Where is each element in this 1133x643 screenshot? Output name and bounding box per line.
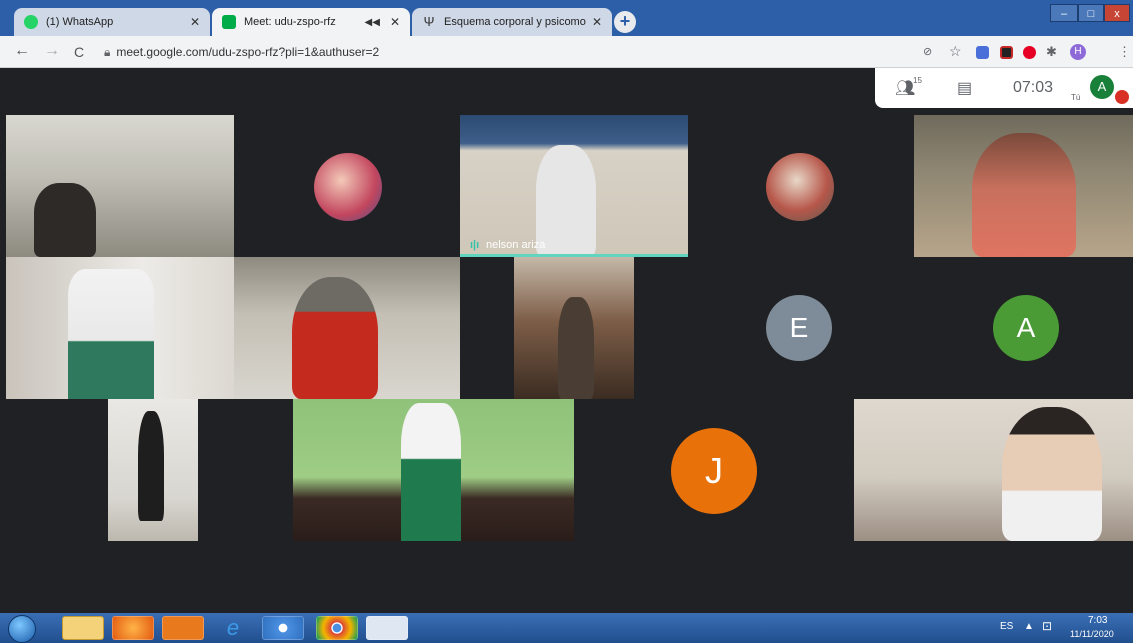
camera-blocked-icon[interactable]: ⊘ [923, 45, 936, 58]
whatsapp-icon [24, 15, 38, 29]
pinterest-icon[interactable] [1023, 46, 1036, 59]
close-tab-icon[interactable]: ✕ [190, 15, 200, 29]
network-icon[interactable]: ⊡ [1042, 619, 1052, 633]
participant-photo [766, 153, 834, 221]
file-explorer-icon[interactable] [62, 616, 104, 640]
participants-count: 15 [913, 76, 922, 85]
extension-icon[interactable] [976, 46, 989, 59]
chat-icon[interactable]: ▤ [957, 78, 972, 98]
close-window-button[interactable]: x [1104, 4, 1130, 22]
participant-silhouette [558, 297, 594, 399]
internet-explorer-icon[interactable]: e [212, 616, 254, 640]
extensions-puzzle-icon[interactable]: ✱ [1046, 44, 1059, 59]
participant-silhouette [972, 133, 1076, 257]
forward-button[interactable]: → [44, 42, 60, 60]
video-tile[interactable] [234, 115, 460, 257]
psi-icon: Ψ [423, 14, 435, 29]
back-button[interactable]: ← [14, 42, 30, 60]
close-tab-icon[interactable]: ✕ [592, 15, 602, 29]
chrome-icon[interactable] [262, 616, 304, 640]
speaking-indicator-icon: ı|ı [470, 239, 480, 251]
tab-whatsapp[interactable]: (1) WhatsApp ✕ [14, 8, 210, 36]
maximize-button[interactable]: □ [1078, 4, 1104, 22]
word-icon[interactable] [366, 616, 408, 640]
tray-expand-icon[interactable]: ▲ [1024, 621, 1034, 632]
participant-silhouette [138, 411, 164, 521]
video-tile[interactable] [854, 399, 1133, 541]
tab-title: (1) WhatsApp [46, 16, 114, 28]
browser-toolbar: ← → C 🔒︎ meet.google.com/udu-zspo-rfz?pli… [0, 36, 1133, 68]
meeting-clock: 07:03 [1013, 79, 1054, 96]
extension-icon[interactable] [1000, 46, 1013, 59]
participant-initial-avatar: J [671, 428, 757, 514]
language-indicator[interactable]: ES [1000, 621, 1013, 632]
lock-icon: 🔒︎ [104, 45, 111, 59]
browser-tab-strip: (1) WhatsApp ✕ Meet: udu-zspo-rfz ◀◀ ✕ Ψ… [0, 0, 1133, 36]
firefox-icon[interactable] [112, 616, 154, 640]
video-tile[interactable] [108, 399, 198, 541]
participant-silhouette [1002, 407, 1102, 541]
menu-kebab-icon[interactable]: ⋮ [1118, 44, 1131, 59]
participant-initial-avatar: E [766, 295, 832, 361]
video-tile[interactable] [688, 115, 914, 257]
video-tile[interactable] [6, 115, 234, 257]
bookmark-star-icon[interactable]: ☆ [949, 43, 962, 59]
video-tile[interactable]: E [746, 283, 836, 373]
participant-silhouette [292, 277, 378, 399]
video-tile[interactable] [914, 115, 1133, 257]
notification-badge [1115, 90, 1129, 104]
video-tile[interactable] [514, 257, 634, 399]
participant-silhouette [401, 403, 461, 541]
taskbar-date[interactable]: 11/11/2020 [1070, 629, 1114, 639]
participant-silhouette [68, 269, 154, 399]
new-tab-button[interactable]: + [614, 11, 636, 33]
participant-initial-avatar: A [993, 295, 1059, 361]
tab-title: Meet: udu-zspo-rfz [244, 16, 336, 28]
chrome-icon[interactable] [316, 616, 358, 640]
participant-silhouette [34, 183, 96, 257]
meet-top-bar: 👥︎ 15 ▤ 07:03 Tú A [875, 68, 1133, 108]
video-tile[interactable]: J [666, 423, 766, 523]
close-tab-icon[interactable]: ✕ [390, 15, 400, 29]
taskbar-time[interactable]: 7:03 [1088, 615, 1107, 626]
meet-stage: 👥︎ 15 ▤ 07:03 Tú A ı|ı nelson ariza E A … [6, 68, 1133, 613]
windows-taskbar: e ES ▲ ⊡ 7:03 11/11/2020 [0, 613, 1133, 643]
you-label: Tú [1071, 93, 1081, 102]
mute-tab-icon[interactable]: ◀◀ [365, 17, 380, 28]
address-bar[interactable]: 🔒︎ meet.google.com/udu-zspo-rfz?pli=1&aut… [104, 45, 379, 60]
tab-title: Esquema corporal y psicomotricio [444, 16, 586, 28]
video-tile[interactable] [6, 257, 234, 399]
video-tile-active-speaker[interactable]: ı|ı nelson ariza [460, 115, 688, 257]
reload-button[interactable]: C [74, 44, 84, 60]
tab-esquema[interactable]: Ψ Esquema corporal y psicomotricio ✕ [412, 8, 612, 36]
media-player-icon[interactable] [162, 616, 204, 640]
google-meet-icon [222, 15, 236, 29]
video-tile[interactable] [234, 257, 460, 399]
participant-name-label: ı|ı nelson ariza [470, 239, 545, 251]
profile-avatar[interactable]: H [1070, 44, 1086, 60]
minimize-button[interactable]: – [1050, 4, 1078, 22]
video-tile[interactable] [293, 399, 574, 541]
participant-name: nelson ariza [486, 239, 546, 251]
user-avatar[interactable]: A [1090, 75, 1114, 99]
start-button[interactable] [8, 615, 36, 643]
participant-photo [314, 153, 382, 221]
video-tile[interactable]: A [971, 283, 1061, 373]
url-text: meet.google.com/udu-zspo-rfz?pli=1&authu… [116, 45, 380, 59]
tab-meet[interactable]: Meet: udu-zspo-rfz ◀◀ ✕ [212, 8, 410, 36]
